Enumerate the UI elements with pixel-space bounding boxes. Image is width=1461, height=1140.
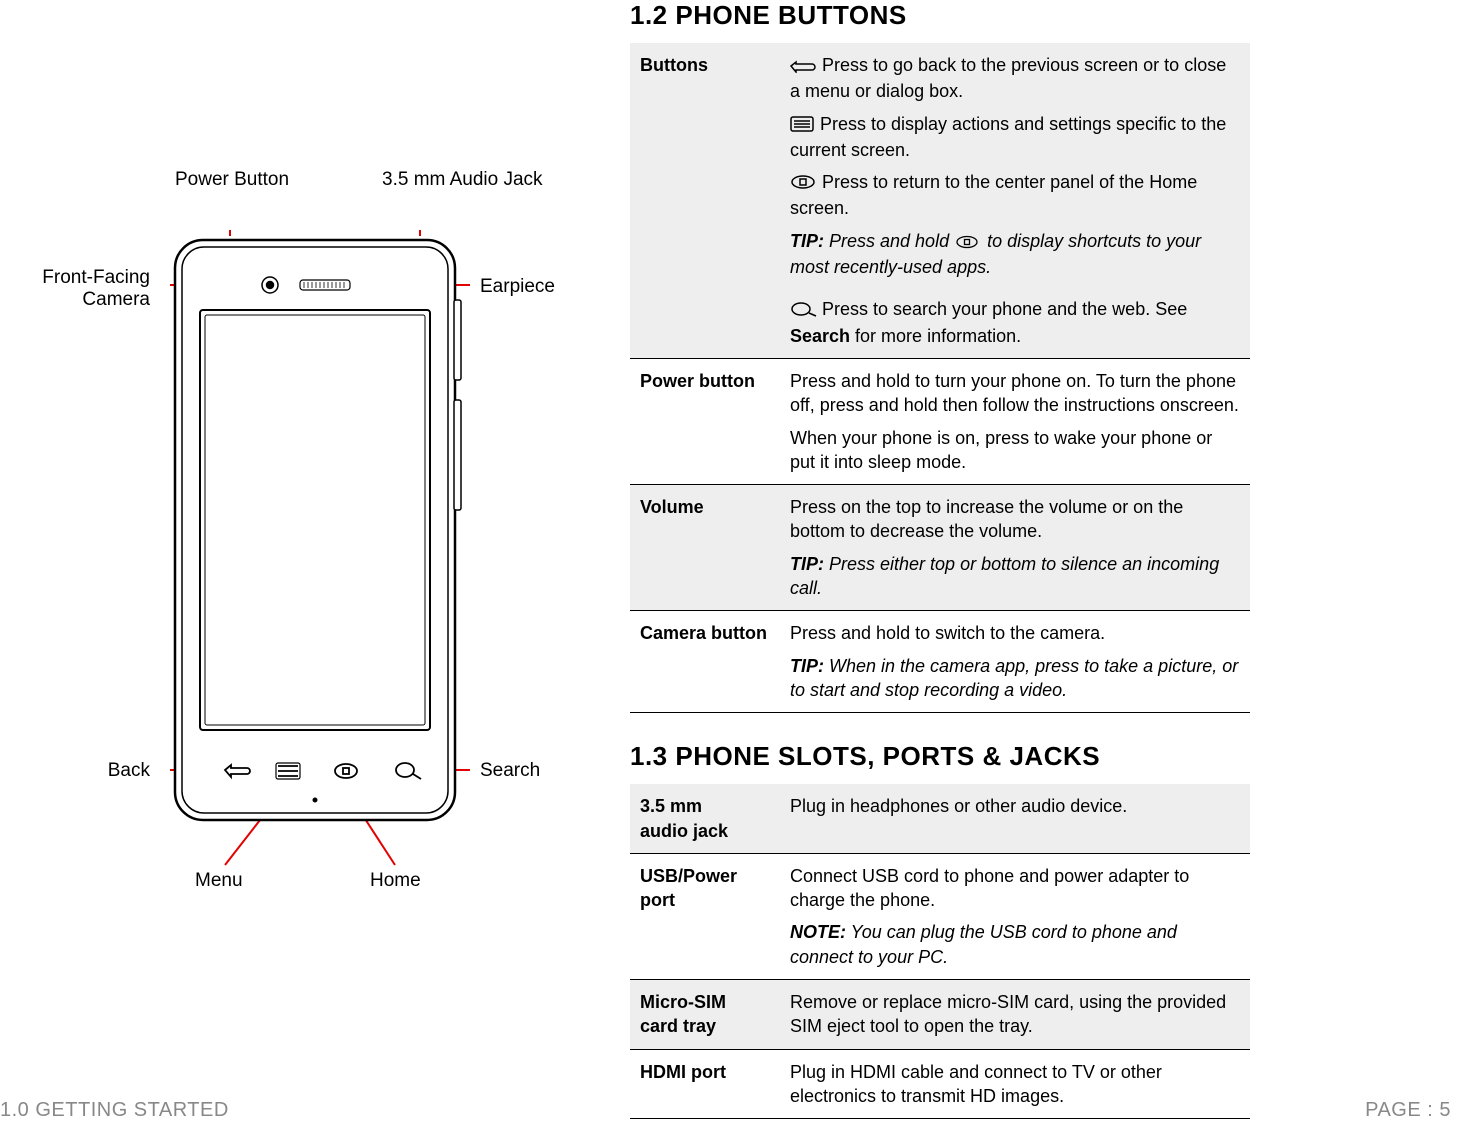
label-back: Back xyxy=(70,760,150,782)
cell-power-key: Power button xyxy=(630,358,780,484)
label-front-camera-line2: Camera xyxy=(82,289,150,310)
phone-diagram: Power Button 3.5 mm Audio Jack Front-Fac… xyxy=(0,0,630,1000)
label-audio-jack: 3.5 mm Audio Jack xyxy=(382,169,543,191)
footer-page: PAGE : 5 xyxy=(1365,1099,1451,1122)
cell-usb-val: Connect USB cord to phone and power adap… xyxy=(780,853,1250,979)
cell-audio-key: 3.5 mm audio jack xyxy=(630,784,780,853)
cell-camera-key: Camera button xyxy=(630,611,780,713)
cell-camera-val: Press and hold to switch to the camera. … xyxy=(780,611,1250,713)
search-icon xyxy=(790,299,818,323)
cell-power-val: Press and hold to turn your phone on. To… xyxy=(780,358,1250,484)
cell-usb-key: USB/Power port xyxy=(630,853,780,979)
heading-1-3: 1.3 PHONE SLOTS, PORTS & JACKS xyxy=(630,741,1250,772)
table-phone-buttons: Buttons Press to go back to the previous… xyxy=(630,43,1250,713)
home-icon xyxy=(790,172,818,196)
label-home: Home xyxy=(370,870,421,892)
menu-icon xyxy=(790,114,816,138)
cell-sim-val: Remove or replace micro-SIM card, using … xyxy=(780,980,1250,1050)
cell-buttons-key: Buttons xyxy=(630,43,780,358)
cell-volume-key: Volume xyxy=(630,485,780,611)
page-footer: 1.0 GETTING STARTED PAGE : 5 xyxy=(0,1099,1461,1122)
label-search: Search xyxy=(480,760,540,782)
cell-buttons-val: Press to go back to the previous screen … xyxy=(780,43,1250,358)
label-front-camera-line1: Front-Facing xyxy=(42,267,150,288)
home-icon xyxy=(956,231,980,255)
label-menu: Menu xyxy=(195,870,243,892)
phone-illustration xyxy=(170,230,470,870)
footer-section: 1.0 GETTING STARTED xyxy=(0,1099,229,1122)
back-icon xyxy=(790,55,818,79)
cell-sim-key: Micro-SIM card tray xyxy=(630,980,780,1050)
cell-audio-val: Plug in headphones or other audio device… xyxy=(780,784,1250,853)
label-power-button: Power Button xyxy=(175,169,289,191)
table-phone-slots: 3.5 mm audio jack Plug in headphones or … xyxy=(630,784,1250,1119)
cell-volume-val: Press on the top to increase the volume … xyxy=(780,485,1250,611)
label-front-camera: Front-Facing Camera xyxy=(30,267,150,311)
label-earpiece: Earpiece xyxy=(480,276,555,298)
heading-1-2: 1.2 PHONE BUTTONS xyxy=(630,0,1250,31)
